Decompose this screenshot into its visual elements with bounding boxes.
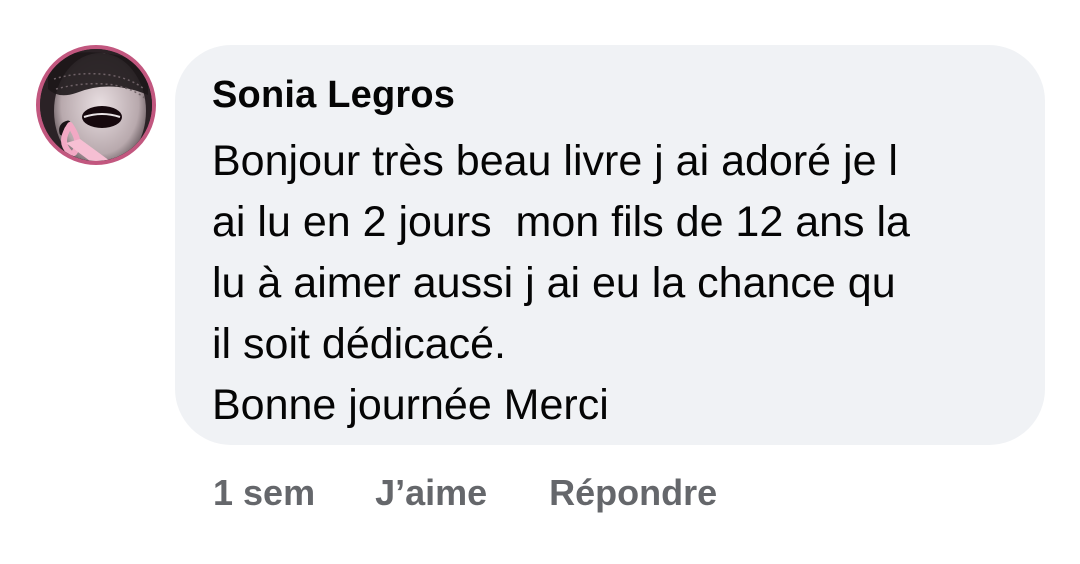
comment-text-line: Bonjour très beau livre j ai adoré je l	[212, 137, 898, 185]
like-button[interactable]: J’aime	[375, 472, 487, 514]
avatar[interactable]	[36, 45, 156, 165]
reply-button[interactable]: Répondre	[549, 472, 717, 514]
comment-text-line: Bonne journée Merci	[212, 381, 609, 429]
comment-text-line: il soit dédicacé.	[212, 320, 506, 368]
comment-timestamp[interactable]: 1 sem	[213, 472, 315, 514]
comment-author[interactable]: Sonia Legros	[212, 73, 1009, 117]
profile-picture-icon	[40, 49, 152, 161]
comment-bubble: Sonia Legros Bonjour très beau livre j a…	[175, 45, 1045, 445]
comment-text: Bonjour très beau livre j ai adoré je l a…	[212, 131, 1009, 436]
comment-item: Sonia Legros Bonjour très beau livre j a…	[0, 0, 1080, 564]
comment-text-line: ai lu en 2 jours mon fils de 12 ans la	[212, 198, 910, 246]
comment-actions: 1 sem J’aime Répondre	[213, 470, 717, 516]
comment-text-line: lu à aimer aussi j ai eu la chance qu	[212, 259, 896, 307]
